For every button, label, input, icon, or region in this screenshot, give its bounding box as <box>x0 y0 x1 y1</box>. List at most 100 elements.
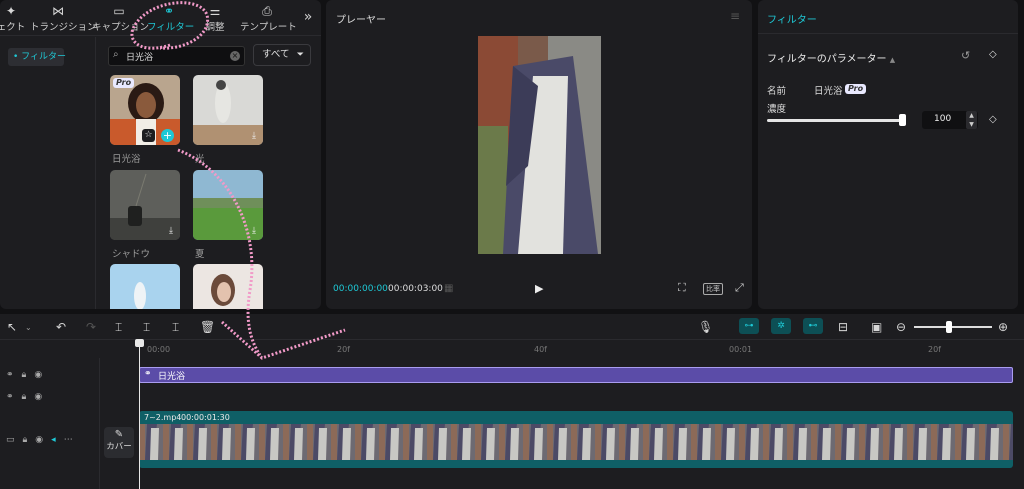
pro-badge: Pro <box>845 84 867 94</box>
caption-track-icon[interactable]: ▣ <box>871 320 882 334</box>
tab-transitions[interactable]: ⋈ トランジション <box>30 4 97 33</box>
tab-effects[interactable]: ✦ ェクト <box>0 4 30 33</box>
fullscreen-scan-icon[interactable]: ⛶ <box>678 281 686 295</box>
download-icon[interactable]: ⤓ <box>165 225 177 237</box>
ruler-tick: 40f <box>534 345 547 354</box>
effects-icon: ✦ <box>5 4 17 18</box>
filter-thumb-5[interactable] <box>110 264 180 309</box>
clip-filmstrip <box>139 424 1013 460</box>
trim-right-icon[interactable]: ⌶ <box>172 320 179 335</box>
timeline-grid-icon[interactable]: ▦ <box>444 283 453 294</box>
portrait-image <box>193 264 263 309</box>
search-value: 日光浴 <box>126 53 154 63</box>
track-headers: ⚭🔒︎◉ ⚭🔒︎◉ ▭🔒︎◉◂⋯ <box>0 358 100 489</box>
adjust-icon: ⚌ <box>209 4 221 18</box>
collapse-icon: ▲ <box>889 56 896 64</box>
total-timecode: 00:00:03:00 <box>388 284 443 294</box>
tab-bar: ✦ ェクト ⋈ トランジション ▭ キャプション ⚭ フィルター ⚌ 調整 ⎙ … <box>0 0 321 36</box>
filter-label: 日光浴 <box>112 154 141 165</box>
zoom-slider-knob[interactable] <box>946 321 952 333</box>
cover-button[interactable]: ✎ カバー <box>104 427 134 458</box>
search-input[interactable]: ⌕ 日光浴 × <box>108 46 245 66</box>
filter-icon: ⚭ <box>163 4 175 18</box>
video-track-controls[interactable]: ▭🔒︎◉◂⋯ <box>6 435 81 445</box>
filter-thumb-summer[interactable]: ⤓ <box>193 170 263 240</box>
split-icon[interactable]: ⌶ <box>115 320 122 335</box>
ruler-tick: 00:01 <box>729 345 753 354</box>
filter-thumb-sunbath[interactable]: Pro ☆ + <box>110 75 180 145</box>
media-panel: ✦ ェクト ⋈ トランジション ▭ キャプション ⚭ フィルター ⚌ 調整 ⎙ … <box>0 0 321 309</box>
filter-thumb-light[interactable]: ⤓ <box>193 75 263 145</box>
add-filter-icon[interactable]: + <box>161 129 174 142</box>
filter-label: 光 <box>195 154 205 165</box>
strength-label: 濃度 <box>767 104 787 115</box>
trim-left-icon[interactable]: ⌶ <box>143 320 150 335</box>
zoom-slider[interactable] <box>914 326 992 328</box>
main-track-magnet-icon[interactable]: ⊶ <box>739 318 759 334</box>
video-preview[interactable] <box>478 36 601 254</box>
filter-label: 夏 <box>195 249 205 260</box>
more-tabs-button[interactable]: » <box>300 9 316 25</box>
auto-snap-icon[interactable]: ✲ <box>771 318 791 334</box>
zoom-out-icon[interactable]: ⊖ <box>896 320 906 334</box>
name-label: 名前 <box>767 86 787 97</box>
filter-label: シャドウ <box>112 249 151 260</box>
audio-icon[interactable]: ◂ <box>51 435 64 445</box>
inspector-title: フィルター <box>767 15 817 26</box>
filter-track-controls[interactable]: ⚭🔒︎◉ <box>6 370 50 380</box>
download-icon[interactable]: ⤓ <box>248 130 260 142</box>
time-ruler[interactable]: 00:00 20f 40f 00:01 20f <box>139 341 1024 355</box>
redo-icon[interactable]: ↷ <box>86 320 96 334</box>
caption-icon: ▭ <box>113 4 125 18</box>
video-clip[interactable]: 7~2.mp4 00:00:01:30 <box>139 411 1013 468</box>
tab-captions[interactable]: ▭ キャプション <box>92 4 149 33</box>
sidebar-item-filter[interactable]: • フィルター <box>8 48 66 66</box>
undo-icon[interactable]: ↶ <box>56 320 66 334</box>
link-icon[interactable]: ⊷ <box>803 318 823 334</box>
favorite-icon[interactable]: ☆ <box>142 129 155 142</box>
filter-icon: ⚭ <box>144 369 152 379</box>
strength-slider-knob[interactable] <box>899 114 906 126</box>
current-timecode: 00:00:00:00 <box>333 284 388 294</box>
filter-track-controls[interactable]: ⚭🔒︎◉ <box>6 392 50 402</box>
tab-adjust[interactable]: ⚌ 調整 <box>201 4 229 33</box>
sort-filter-icon: ⏷ <box>296 50 304 60</box>
keyframe-icon[interactable]: ◇ <box>989 114 997 125</box>
timeline-toolbar: ↖ ⌄ ↶ ↷ ⌶ ⌶ ⌶ 🗑 🎙 ⊶ ✲ ⊷ ⊟ ▣ ⊖ ⊕ <box>0 314 1024 340</box>
params-section-title[interactable]: フィルターのパラメーター ▲ <box>767 50 895 65</box>
ruler-tick: 00:00 <box>147 345 171 354</box>
search-icon: ⌕ <box>113 49 119 60</box>
expand-icon[interactable]: ⤢ <box>735 281 744 295</box>
playhead-handle[interactable] <box>135 339 144 347</box>
transition-icon: ⋈ <box>52 4 64 18</box>
playhead[interactable] <box>135 339 144 489</box>
filter-thumb-6[interactable] <box>193 264 263 309</box>
filter-clip[interactable]: ⚭ 日光浴 <box>139 367 1013 383</box>
filter-thumb-shadow[interactable]: ⤓ <box>110 170 180 240</box>
download-icon[interactable]: ⤓ <box>248 225 260 237</box>
play-button[interactable]: ▶ <box>535 282 543 295</box>
strength-stepper[interactable]: ▲ ▼ <box>966 111 977 129</box>
preview-axis-icon[interactable]: ⊟ <box>838 320 848 334</box>
aspect-ratio-button[interactable]: 比率 <box>703 283 723 295</box>
tab-filters[interactable]: ⚭ フィルター <box>147 4 194 33</box>
zoom-in-icon[interactable]: ⊕ <box>998 320 1008 334</box>
menu-icon[interactable]: ≡ <box>730 9 740 23</box>
name-value: 日光浴 <box>814 86 843 97</box>
inspector-panel: フィルター フィルターのパラメーター ▲ ↺ ◇ 名前 日光浴 Pro 濃度 1… <box>758 0 1018 309</box>
filter-all-button[interactable]: すべて ⏷ <box>253 44 311 66</box>
reset-icon[interactable]: ↺ <box>961 49 970 62</box>
ruler-tick: 20f <box>337 345 350 354</box>
microphone-icon[interactable]: 🎙 <box>698 320 713 334</box>
delete-icon[interactable]: 🗑 <box>200 320 215 334</box>
clear-search-icon[interactable]: × <box>230 51 240 61</box>
keyframe-icon[interactable]: ◇ <box>989 49 997 60</box>
chevron-down-icon[interactable]: ⌄ <box>25 323 32 332</box>
pro-badge: Pro <box>113 78 135 88</box>
select-tool-icon[interactable]: ↖ <box>7 320 17 334</box>
divider <box>758 33 1018 34</box>
strength-slider[interactable] <box>767 119 903 122</box>
filter-sidebar: • フィルター <box>0 37 96 309</box>
sky-image <box>110 264 180 309</box>
tab-templates[interactable]: ⎙ テンプレート <box>240 4 297 33</box>
